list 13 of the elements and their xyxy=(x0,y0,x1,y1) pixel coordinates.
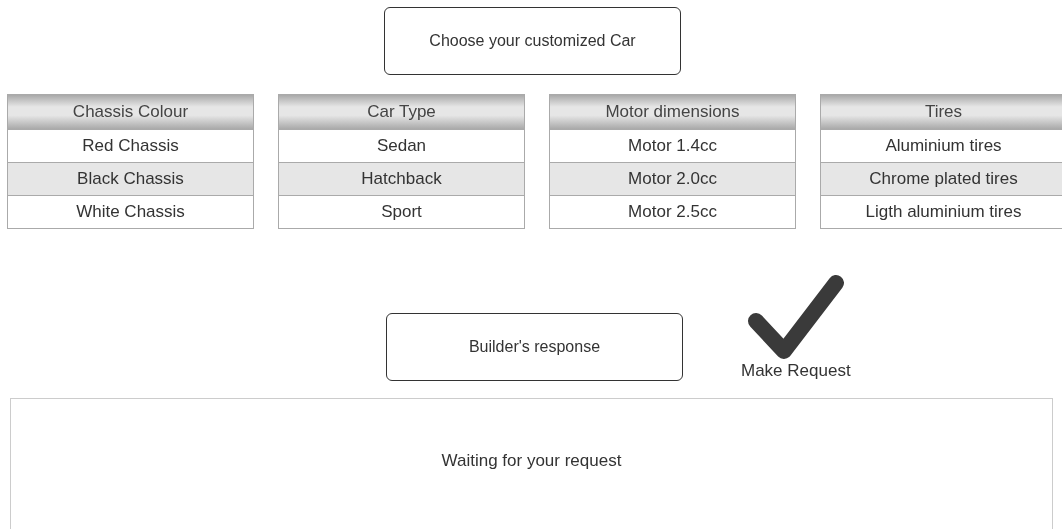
option-row[interactable]: Motor 2.0cc xyxy=(550,162,795,195)
page-title: Choose your customized Car xyxy=(384,7,681,75)
response-label: Builder's response xyxy=(386,313,683,381)
table-header: Motor dimensions xyxy=(550,95,795,130)
checkmark-icon xyxy=(745,273,846,361)
table-header: Car Type xyxy=(279,95,524,130)
response-text: Waiting for your request xyxy=(441,451,622,472)
table-header: Chassis Colour xyxy=(8,95,253,130)
option-row[interactable]: Black Chassis xyxy=(8,162,253,195)
option-row[interactable]: Hatchback xyxy=(279,162,524,195)
option-row[interactable]: Chrome plated tires xyxy=(821,162,1062,195)
make-request-button[interactable]: Make Request xyxy=(741,273,851,381)
table-header: Tires xyxy=(821,95,1062,130)
